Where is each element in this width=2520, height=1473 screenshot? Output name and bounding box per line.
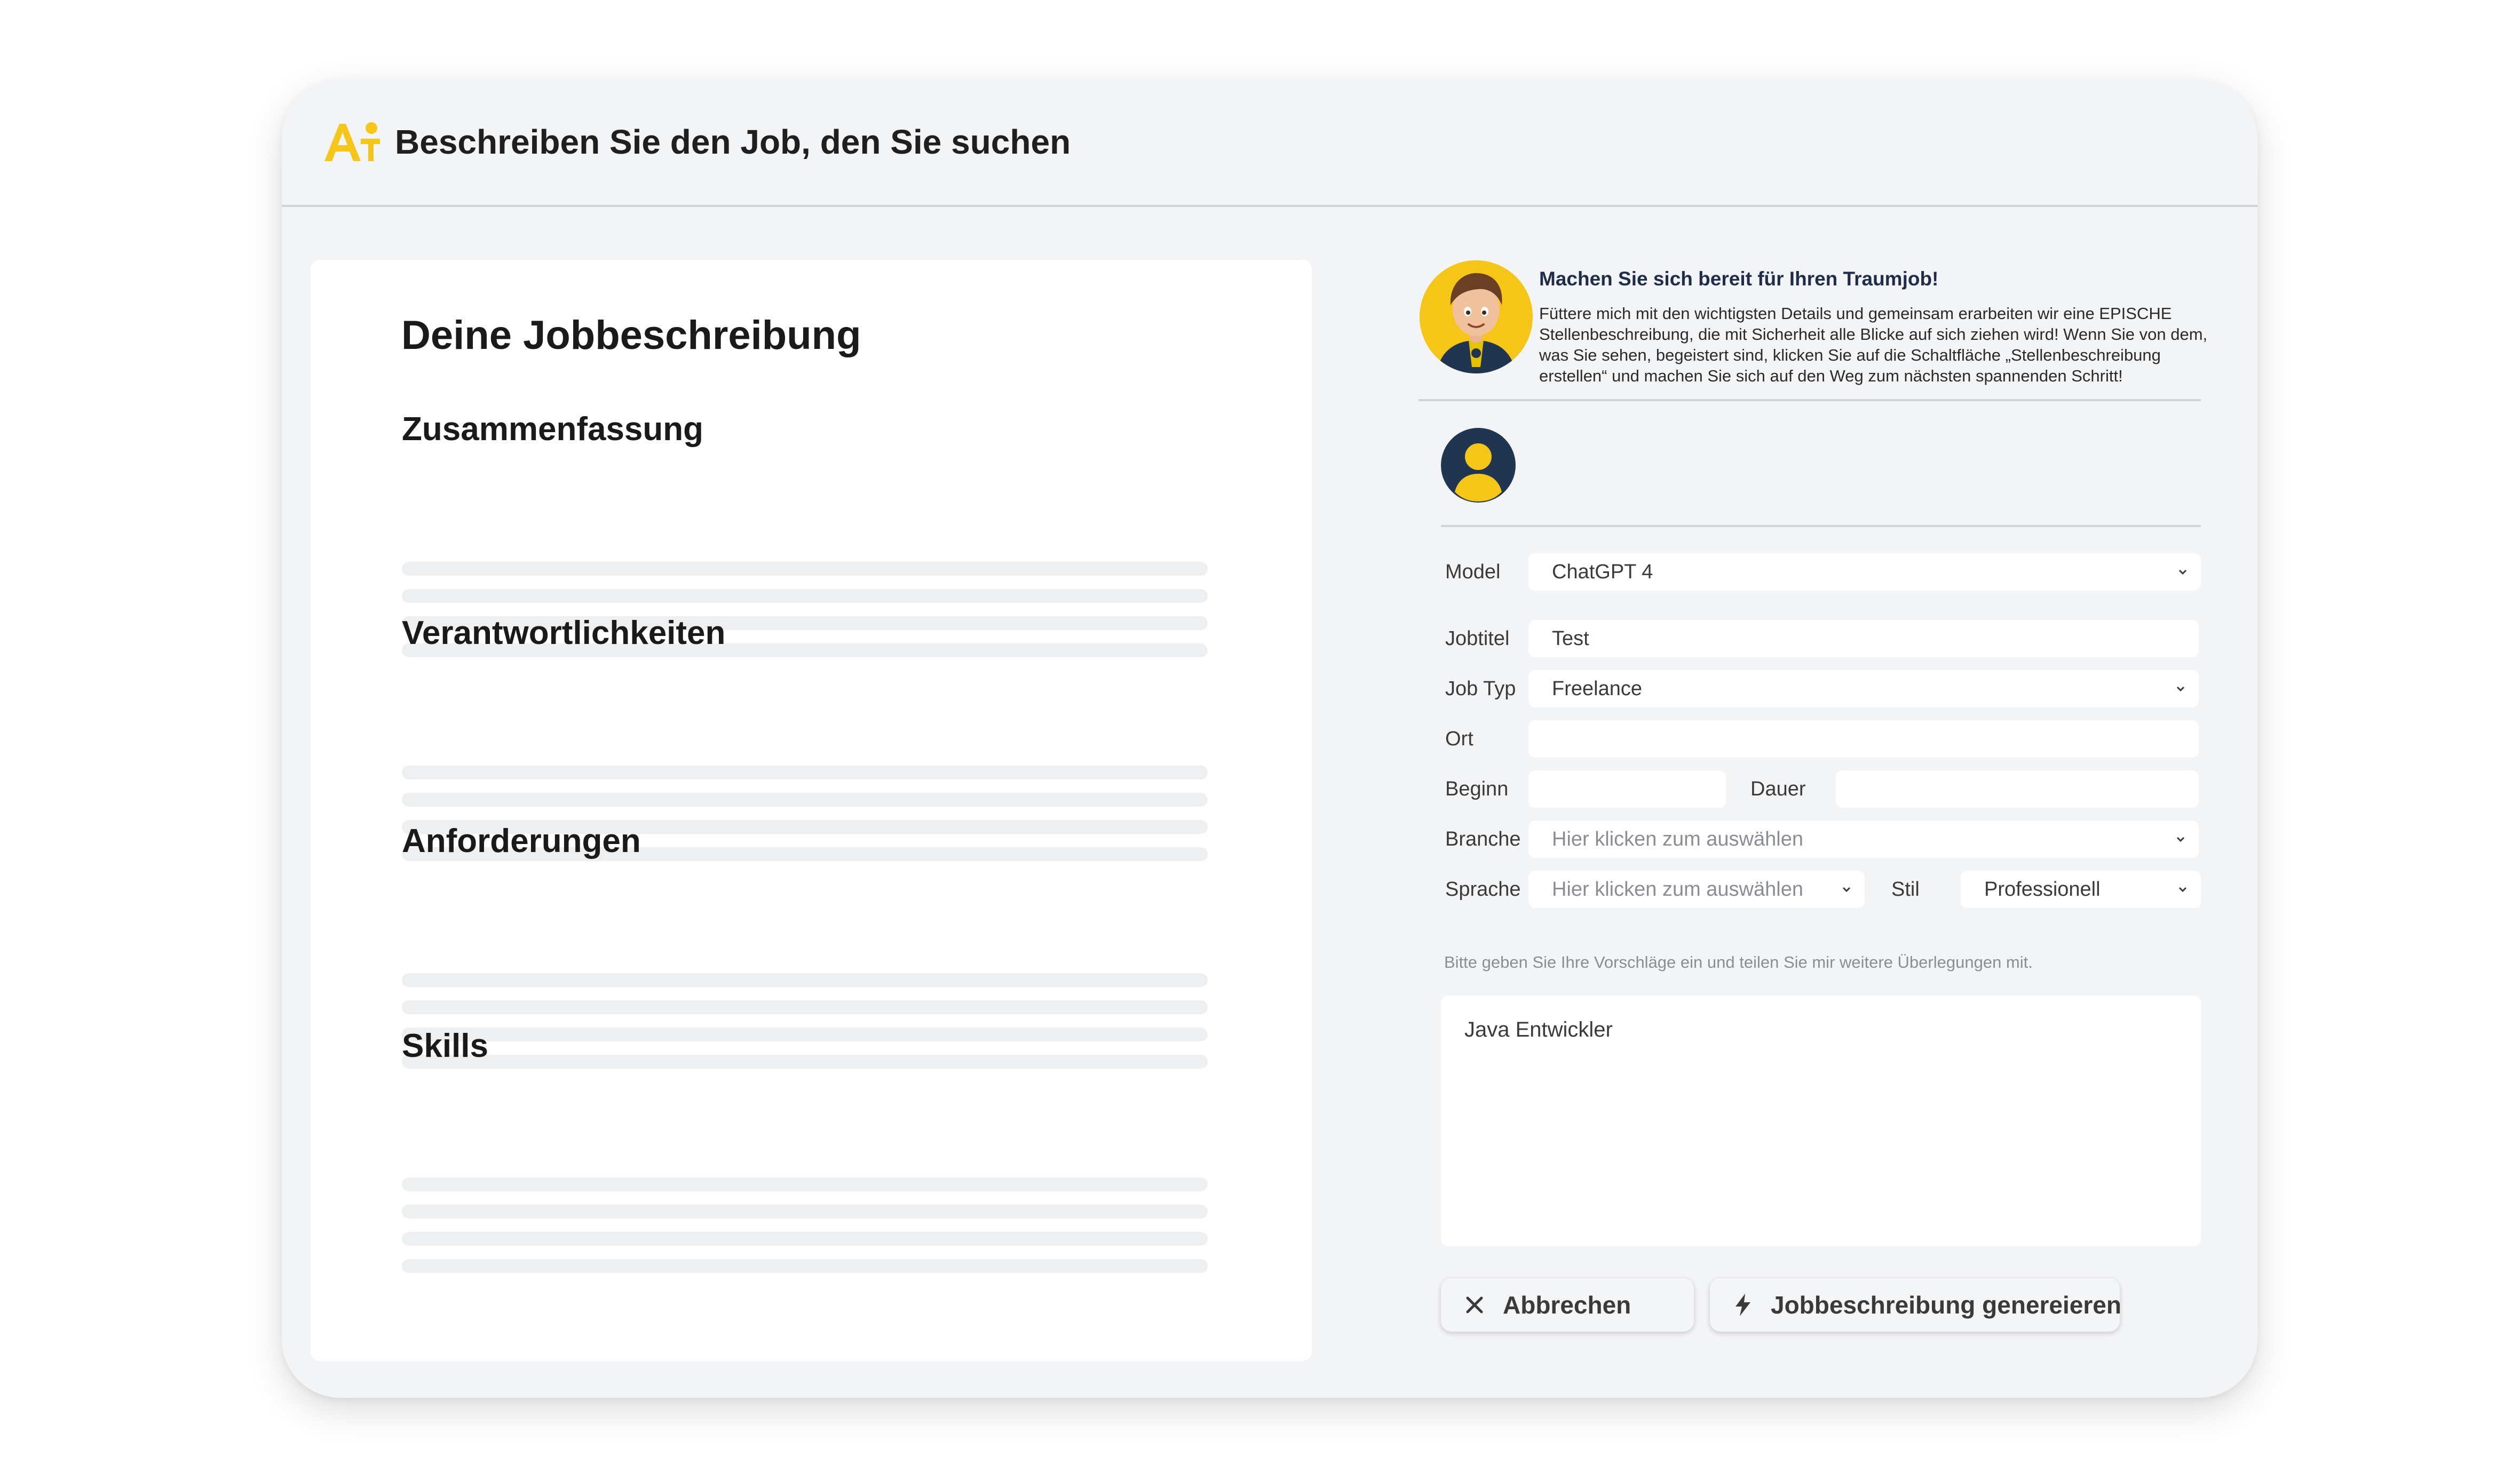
skeleton-line [402, 973, 1208, 987]
model-select-value: ChatGPT 4 [1552, 561, 1653, 583]
sprache-placeholder: Hier klicken zum auswählen [1552, 878, 1803, 901]
assistant-avatar-icon [1420, 260, 1533, 373]
suggestions-hint: Bitte geben Sie Ihre Vorschläge ein und … [1444, 953, 2033, 972]
generate-button[interactable]: Jobbeschreibung genereieren [1710, 1278, 2121, 1332]
skeleton-line [402, 793, 1208, 807]
assistant-message: Füttere mich mit den wichtigsten Details… [1539, 304, 2208, 385]
skeleton-line [402, 1177, 1208, 1191]
chevron-down-icon [1840, 871, 1853, 908]
ort-label: Ort [1445, 728, 1473, 750]
document-title: Deine Jobbeschreibung [401, 313, 861, 358]
skeleton-line [402, 1232, 1208, 1246]
lightning-icon [1736, 1294, 1750, 1316]
section-heading-summary: Zusammenfassung [402, 411, 704, 448]
branche-select[interactable]: Hier klicken zum auswählen [1528, 821, 2199, 858]
divider [1441, 525, 2201, 527]
app-window: Beschreiben Sie den Job, den Sie suchen … [282, 80, 2257, 1398]
job-typ-select[interactable]: Freelance [1528, 670, 2199, 707]
divider [1419, 399, 2201, 401]
assistant-heading: Machen Sie sich bereit für Ihren Traumjo… [1539, 268, 1939, 290]
skeleton-line [402, 1055, 1208, 1069]
suggestions-textarea[interactable]: Java Entwickler [1441, 996, 2201, 1246]
cancel-button-label: Abbrechen [1503, 1291, 1631, 1319]
dauer-input[interactable] [1836, 770, 2199, 808]
header: Beschreiben Sie den Job, den Sie suchen [282, 80, 2257, 207]
beginn-label: Beginn [1445, 778, 1509, 800]
chevron-down-icon [2174, 821, 2187, 858]
ai-person-logo-icon [324, 122, 380, 161]
model-label: Model [1445, 561, 1501, 583]
skeleton-line [402, 1028, 1208, 1041]
stil-label: Stil [1891, 878, 1920, 901]
skeleton-line [402, 766, 1208, 779]
page-title: Beschreiben Sie den Job, den Sie suchen [395, 123, 1071, 161]
model-select[interactable]: ChatGPT 4 [1528, 553, 2201, 591]
skeleton-placeholder-requirements [402, 973, 1208, 1082]
job-typ-label: Job Typ [1445, 678, 1516, 700]
section-heading-skills: Skills [402, 1028, 488, 1064]
branche-label: Branche [1445, 828, 1521, 850]
sprache-select[interactable]: Hier klicken zum auswählen [1528, 871, 1865, 908]
job-description-preview: Deine Jobbeschreibung Zusammenfassung Ve… [311, 260, 1312, 1361]
stil-select[interactable]: Professionell [1961, 871, 2201, 908]
skeleton-line [402, 562, 1208, 576]
chevron-down-icon [2176, 871, 2189, 908]
section-heading-responsibilities: Verantwortlichkeiten [402, 615, 726, 651]
skeleton-line [402, 1205, 1208, 1219]
chevron-down-icon [2176, 553, 2189, 591]
skeleton-placeholder-skills [402, 1177, 1208, 1286]
jobtitel-input[interactable]: Test [1528, 620, 2199, 657]
skeleton-line [402, 589, 1208, 603]
user-avatar-icon [1441, 428, 1516, 503]
suggestions-value: Java Entwickler [1464, 1018, 1613, 1041]
branche-placeholder: Hier klicken zum auswählen [1552, 828, 1803, 850]
skeleton-line [402, 1259, 1208, 1273]
jobtitel-label: Jobtitel [1445, 627, 1510, 650]
dauer-label: Dauer [1750, 778, 1806, 800]
stil-value: Professionell [1984, 878, 2101, 901]
close-icon [1466, 1296, 1483, 1313]
job-typ-value: Freelance [1552, 678, 1642, 700]
ort-input[interactable] [1528, 720, 2199, 758]
skeleton-line [402, 1000, 1208, 1014]
jobtitel-value: Test [1552, 627, 1589, 650]
beginn-input[interactable] [1528, 770, 1726, 808]
cancel-button[interactable]: Abbrechen [1441, 1278, 1694, 1332]
chevron-down-icon [2174, 670, 2187, 707]
section-heading-requirements: Anforderungen [402, 823, 641, 859]
sprache-label: Sprache [1445, 878, 1521, 901]
generate-button-label: Jobbeschreibung genereieren [1771, 1291, 2121, 1319]
